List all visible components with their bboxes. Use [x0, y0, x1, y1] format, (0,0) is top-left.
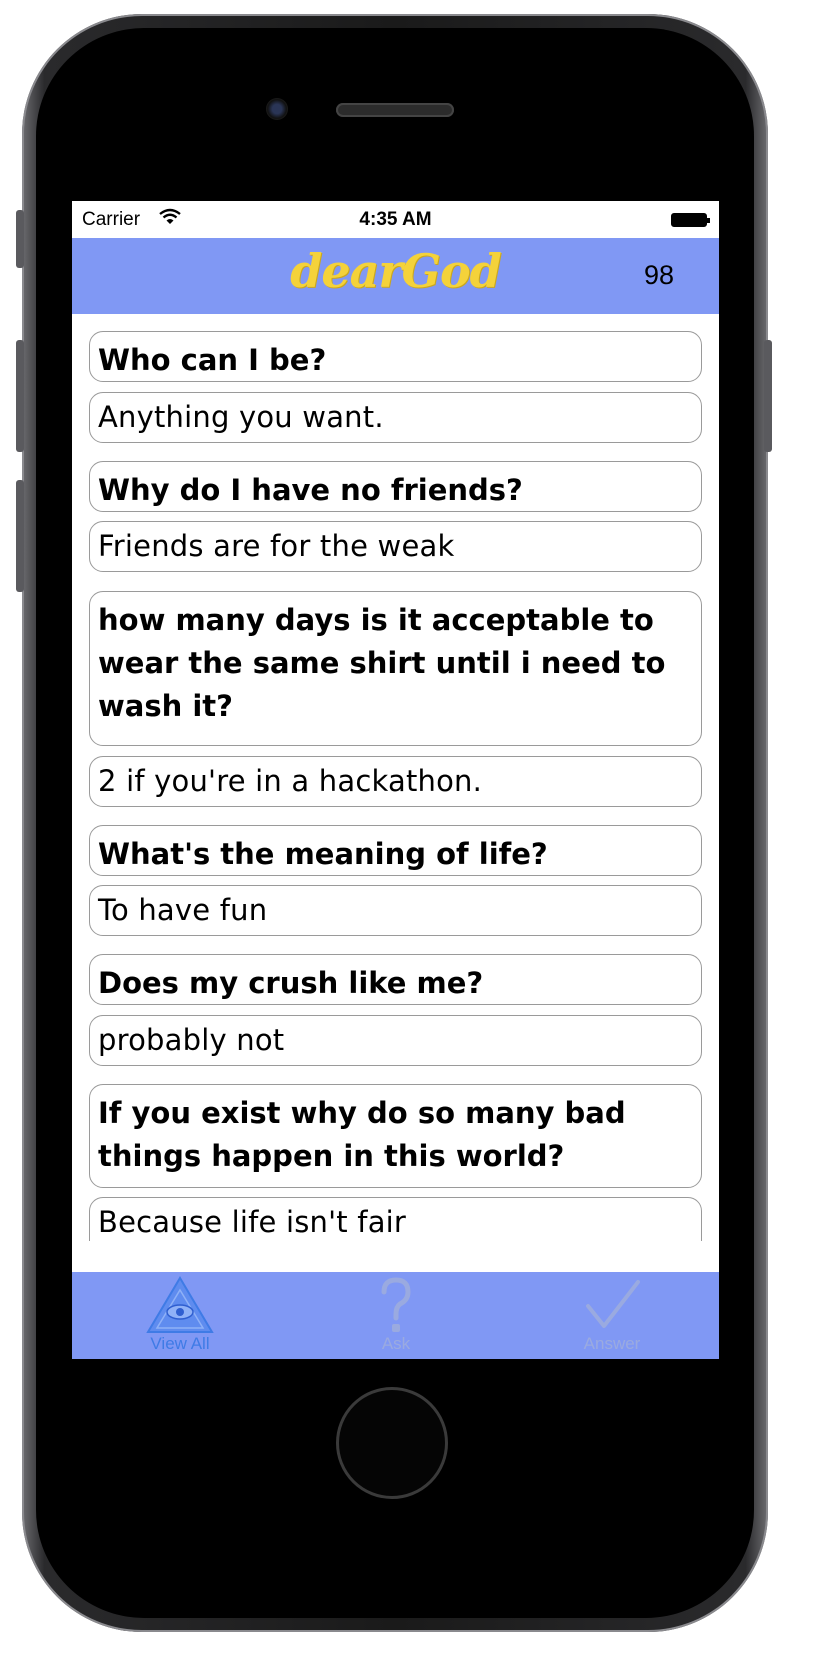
app-screen: Carrier 4:35 AM dearGod 98 Who can I be?…: [72, 201, 719, 1359]
status-bar: Carrier 4:35 AM: [72, 201, 719, 238]
tab-bar: View All Ask Answer: [72, 1272, 719, 1359]
question-mark-icon: [381, 1277, 411, 1332]
tab-ask[interactable]: Ask: [288, 1272, 504, 1359]
tab-ask-label: Ask: [381, 1334, 411, 1353]
home-button[interactable]: [336, 1387, 448, 1499]
power-button: [764, 340, 772, 452]
status-time: 4:35 AM: [359, 209, 432, 230]
tab-answer[interactable]: Answer: [504, 1272, 719, 1359]
tab-view-all[interactable]: View All: [72, 1272, 288, 1359]
question-card[interactable]: Why do I have no friends?: [89, 461, 702, 512]
answer-card[interactable]: To have fun: [89, 885, 702, 936]
mute-switch: [16, 210, 24, 268]
front-camera: [266, 98, 288, 120]
question-card[interactable]: Who can I be?: [89, 331, 702, 382]
volume-up-button: [16, 340, 24, 452]
question-card[interactable]: how many days is it acceptable to wear t…: [89, 591, 702, 746]
answer-card[interactable]: Friends are for the weak: [89, 521, 702, 572]
nav-bar: dearGod 98: [72, 238, 719, 314]
answer-card[interactable]: 2 if you're in a hackathon.: [89, 756, 702, 807]
question-card[interactable]: What's the meaning of life?: [89, 825, 702, 876]
question-card[interactable]: If you exist why do so many bad things h…: [89, 1084, 702, 1188]
tab-answer-label: Answer: [583, 1334, 641, 1353]
answer-card[interactable]: Anything you want.: [89, 392, 702, 443]
battery-icon: [671, 213, 710, 227]
checkmark-icon: [586, 1280, 640, 1328]
question-list[interactable]: Who can I be? Anything you want. Why do …: [72, 314, 719, 1241]
question-card[interactable]: Does my crush like me?: [89, 954, 702, 1005]
tab-view-all-label: View All: [150, 1334, 210, 1353]
volume-down-button: [16, 480, 24, 592]
answer-card[interactable]: probably not: [89, 1015, 702, 1066]
earpiece-speaker: [336, 103, 454, 117]
app-logo: dearGod: [290, 244, 502, 298]
eye-pyramid-icon: [146, 1276, 214, 1333]
answer-card[interactable]: Because life isn't fair: [89, 1197, 702, 1241]
question-count: 98: [643, 260, 674, 290]
